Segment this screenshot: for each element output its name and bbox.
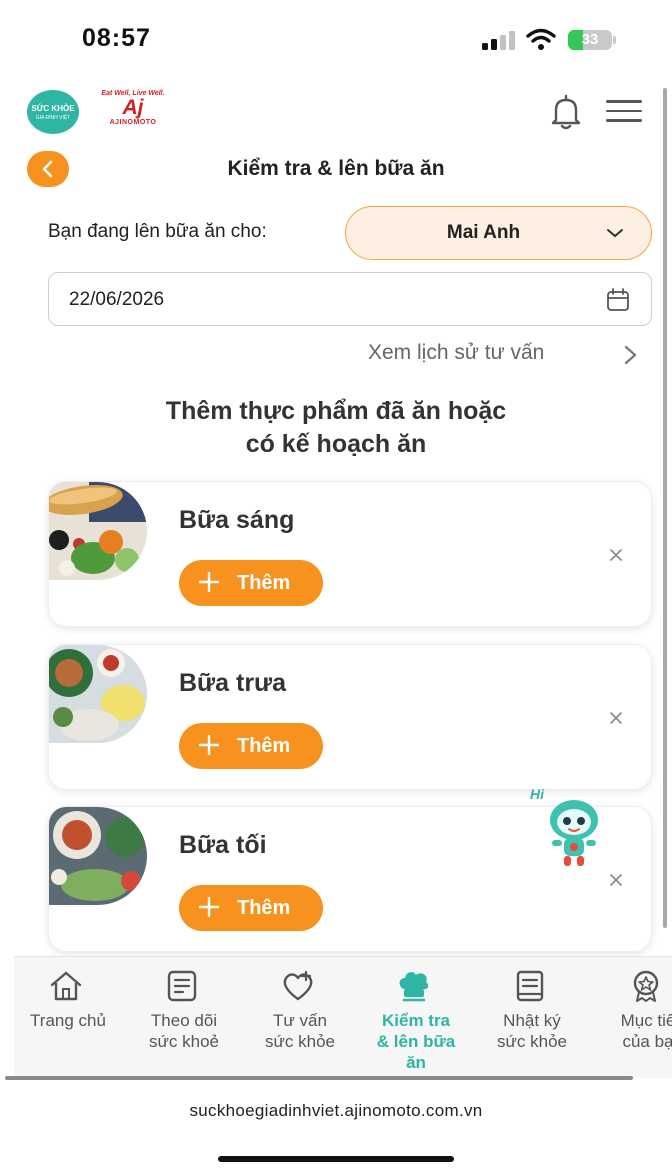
nav-label: Nhật ký sức khỏe bbox=[474, 1010, 590, 1052]
journal-icon bbox=[516, 970, 544, 1002]
hamburger-menu-icon[interactable] bbox=[606, 100, 642, 124]
home-icon bbox=[50, 971, 82, 1001]
nav-label: Trang chủ bbox=[10, 1010, 126, 1031]
date-value: 22/06/2026 bbox=[69, 289, 165, 310]
nav-label-line: của bạ bbox=[622, 1032, 672, 1051]
robot-mascot-icon bbox=[550, 800, 598, 866]
close-icon[interactable] bbox=[609, 873, 623, 887]
section-title: Thêm thực phẩm đã ăn hoặc có kế hoạch ăn bbox=[0, 395, 672, 461]
cellular-signal-icon bbox=[482, 31, 515, 50]
dinner-photo bbox=[49, 807, 147, 905]
chef-hat-icon bbox=[399, 972, 429, 1002]
status-bar: 08:57 33 bbox=[0, 0, 672, 80]
nav-item-health-journal[interactable]: Nhật ký sức khỏe bbox=[474, 957, 590, 1077]
meal-name: Bữa tối bbox=[179, 831, 267, 859]
nav-label-line: sức khoẻ bbox=[149, 1032, 219, 1051]
bell-icon[interactable] bbox=[546, 92, 586, 132]
calendar-icon[interactable] bbox=[605, 287, 631, 313]
add-food-label: Thêm bbox=[237, 735, 291, 757]
section-title-line2: có kế hoạch ăn bbox=[245, 430, 427, 458]
nav-label: Kiểm tra & lên bữa ăn bbox=[358, 1010, 474, 1073]
battery-indicator: 33 bbox=[568, 30, 616, 50]
heart-plus-icon bbox=[283, 970, 313, 1001]
add-food-button[interactable]: Thêm bbox=[179, 560, 323, 606]
app-header: SỨC KHỎE GIA ĐÌNH VIỆT Eat Well, Live We… bbox=[0, 84, 672, 144]
add-food-button[interactable]: Thêm bbox=[179, 885, 323, 931]
nav-label-line: ăn bbox=[406, 1053, 426, 1072]
page-title: Kiểm tra & lên bữa ăn bbox=[227, 157, 445, 180]
nav-label-line: Trang chủ bbox=[30, 1011, 106, 1030]
nav-label-line: Tư vấn bbox=[273, 1011, 327, 1030]
suc-khoe-gia-dinh-viet-logo[interactable]: SỨC KHỎE GIA ĐÌNH VIỆT bbox=[27, 90, 79, 134]
close-icon[interactable] bbox=[609, 711, 623, 725]
menu-line bbox=[606, 109, 642, 112]
plus-icon bbox=[199, 572, 219, 592]
nav-label-line: sức khỏe bbox=[265, 1032, 335, 1051]
menu-line bbox=[606, 100, 642, 103]
home-indicator[interactable] bbox=[218, 1156, 454, 1162]
add-food-label: Thêm bbox=[237, 572, 291, 594]
battery-percent: 33 bbox=[581, 31, 599, 48]
lunch-photo bbox=[49, 645, 147, 743]
browser-url[interactable]: suckhoegiadinhviet.ajinomoto.com.vn bbox=[0, 1101, 672, 1121]
logo-line2: GIA ĐÌNH VIỆT bbox=[35, 115, 71, 121]
nav-item-health-consult[interactable]: Tư vấn sức khỏe bbox=[242, 957, 358, 1077]
selected-person: Mai Anh bbox=[446, 222, 521, 243]
plus-icon bbox=[199, 897, 219, 917]
battery-body: 33 bbox=[568, 30, 612, 50]
horizontal-scrollbar[interactable] bbox=[5, 1076, 633, 1080]
breakfast-photo bbox=[49, 482, 147, 580]
battery-nub bbox=[613, 36, 616, 44]
vertical-scrollbar[interactable] bbox=[663, 88, 667, 928]
person-select[interactable]: Mai Anh bbox=[345, 206, 652, 260]
meal-name: Bữa sáng bbox=[179, 506, 295, 534]
health-tracker-icon bbox=[167, 970, 197, 1002]
add-food-label: Thêm bbox=[237, 897, 291, 919]
badge-icon bbox=[633, 970, 659, 1002]
chatbot-mascot[interactable]: Hi bbox=[530, 786, 608, 868]
ajinomoto-logo[interactable]: Eat Well, Live Well. Aj AJINOMOTO bbox=[96, 90, 170, 136]
nav-label-line: Nhật ký bbox=[503, 1011, 561, 1030]
ajinomoto-mark: Aj bbox=[122, 96, 144, 119]
date-input[interactable]: 22/06/2026 bbox=[48, 272, 652, 326]
meal-name: Bữa trưa bbox=[179, 669, 287, 697]
plan-for-label: Bạn đang lên bữa ăn cho: bbox=[48, 221, 267, 242]
nav-label-line: Mục tiê bbox=[620, 1011, 672, 1030]
nav-label: Mục tiê của bạ bbox=[590, 1010, 672, 1052]
menu-line bbox=[606, 119, 642, 122]
nav-label-line: Theo dõi bbox=[150, 1011, 218, 1030]
section-title-line1: Thêm thực phẩm đã ăn hoặc bbox=[165, 397, 507, 425]
app-screen: 08:57 33 SỨC KHỎE GIA ĐÌNH VIỆT Eat Well bbox=[0, 0, 672, 1174]
chevron-right-icon[interactable] bbox=[622, 344, 640, 366]
close-icon[interactable] bbox=[609, 548, 623, 562]
ajinomoto-wordmark: AJINOMOTO bbox=[109, 119, 157, 126]
nav-label-line: & lên bữa bbox=[376, 1032, 456, 1051]
meal-card-breakfast: Bữa sáng Thêm bbox=[48, 481, 652, 627]
plus-icon bbox=[199, 735, 219, 755]
nav-label: Tư vấn sức khỏe bbox=[242, 1010, 358, 1052]
chevron-down-icon bbox=[607, 229, 623, 238]
add-food-button[interactable]: Thêm bbox=[179, 723, 323, 769]
nav-item-health-tracking[interactable]: Theo dõi sức khoẻ bbox=[126, 957, 242, 1077]
nav-label: Theo dõi sức khoẻ bbox=[126, 1010, 242, 1052]
wifi-icon bbox=[526, 28, 556, 50]
nav-item-home[interactable]: Trang chủ bbox=[10, 957, 126, 1077]
nav-item-meal-planning[interactable]: Kiểm tra & lên bữa ăn bbox=[358, 957, 474, 1077]
meal-card-lunch: Bữa trưa Thêm bbox=[48, 644, 652, 790]
nav-label-line: sức khỏe bbox=[497, 1032, 567, 1051]
nav-label-line: Kiểm tra bbox=[381, 1011, 451, 1030]
status-time: 08:57 bbox=[82, 24, 151, 52]
consultation-history-link[interactable]: Xem lịch sử tư vấn bbox=[368, 341, 544, 365]
nav-item-goals[interactable]: Mục tiê của bạ bbox=[590, 957, 672, 1077]
logo-line1: SỨC KHỎE bbox=[31, 104, 75, 113]
bottom-navigation: Trang chủ Theo dõi sức khoẻ Tư vấn sức k… bbox=[14, 956, 672, 1078]
